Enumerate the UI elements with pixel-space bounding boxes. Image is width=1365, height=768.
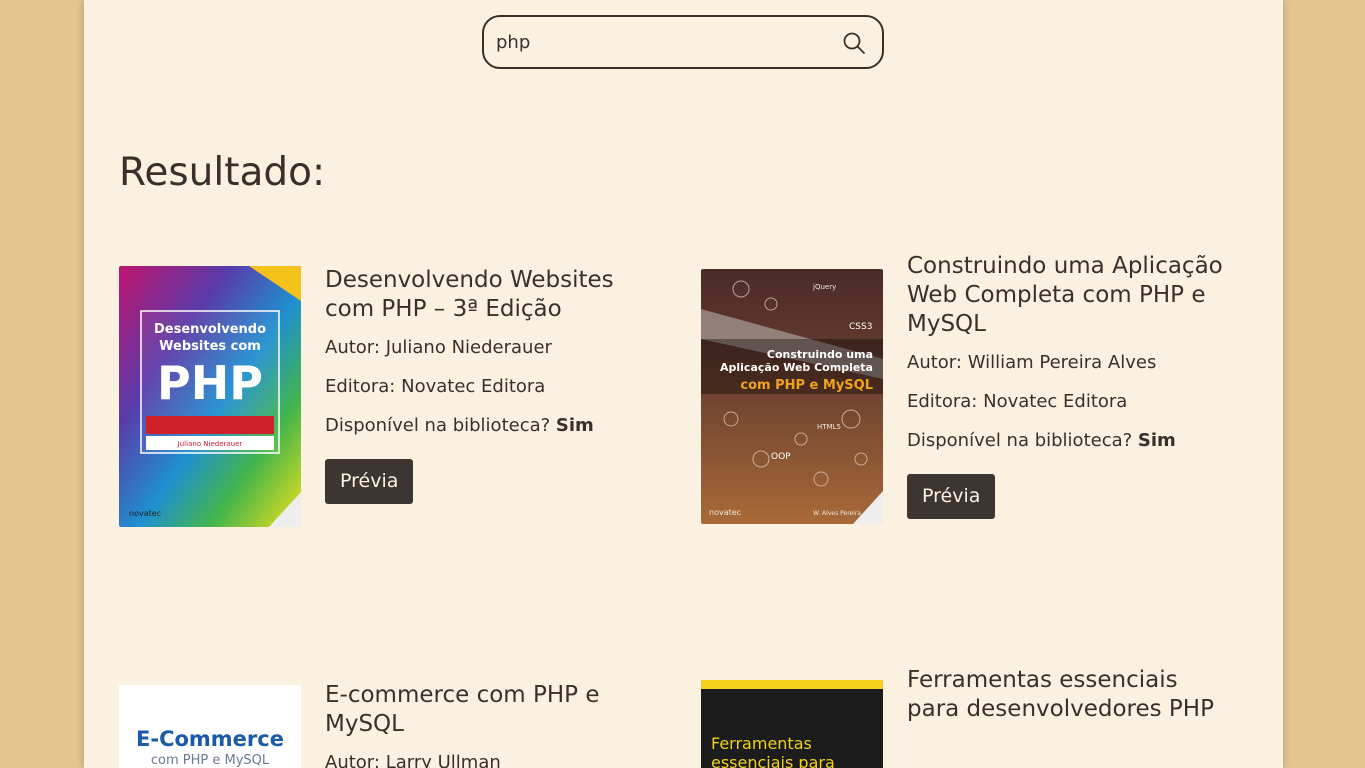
book-availability: Disponível na biblioteca? Sim [325,415,594,436]
results-heading: Resultado: [119,150,326,195]
cover-author: Juliano Niederauer [177,440,243,448]
cover-title-line1: E-Commerce [136,727,284,751]
book-title[interactable]: E-commerce com PHP e MySQL [325,681,655,739]
book-author: Autor: William Pereira Alves [907,352,1157,373]
cover-title-line1: Desenvolvendo [154,322,266,337]
cover-tag: OOP [771,452,791,462]
book-cover-image[interactable]: Desenvolvendo Websites com PHP Juliano N… [119,266,301,527]
cover-publisher: novatec [129,509,161,518]
cover-title-line2: com PHP e MySQL [151,753,270,768]
cover-publisher: novatec [709,508,741,517]
cover-title-line2: Websites com [159,339,261,354]
cover-title-line3: com PHP e MySQL [740,378,873,393]
cover-title-line1: Construindo uma [767,348,873,361]
search-icon[interactable] [842,31,866,55]
cover-tag: HTML5 [817,423,841,431]
book-title[interactable]: Desenvolvendo Websites com PHP – 3ª Ediç… [325,266,655,324]
content-panel: Resultado: Desenvolvendo Websites com [84,0,1283,768]
book-cover-image[interactable]: Ferramentas essenciais para [701,680,883,768]
cover-title-line1: Ferramentas [711,734,812,753]
search-input[interactable] [496,29,826,55]
preview-button[interactable]: Prévia [907,474,996,519]
book-cover-image[interactable]: E-Commerce com PHP e MySQL [119,685,301,768]
cover-title-line2: Aplicação Web Completa [720,361,873,374]
book-title[interactable]: Ferramentas essenciais para desenvolvedo… [907,666,1237,724]
search-box [482,15,884,69]
book-author: Autor: Juliano Niederauer [325,337,552,358]
cover-tag: CSS3 [849,322,872,332]
cover-tag: jQuery [812,283,836,291]
book-availability: Disponível na biblioteca? Sim [907,430,1176,451]
book-cover-image[interactable]: jQuery CSS3 HTML5 OOP Construindo uma Ap… [701,269,883,524]
cover-author: W. Alves Pereira [813,510,861,517]
cover-title-line2: essenciais para [711,753,835,768]
book-publisher: Editora: Novatec Editora [907,391,1128,412]
book-publisher: Editora: Novatec Editora [325,376,546,397]
book-title[interactable]: Construindo uma Aplicação Web Completa c… [907,252,1237,339]
cover-big-text: PHP [157,356,263,410]
preview-button[interactable]: Prévia [325,459,414,504]
book-author: Autor: Larry Ullman [325,752,501,768]
